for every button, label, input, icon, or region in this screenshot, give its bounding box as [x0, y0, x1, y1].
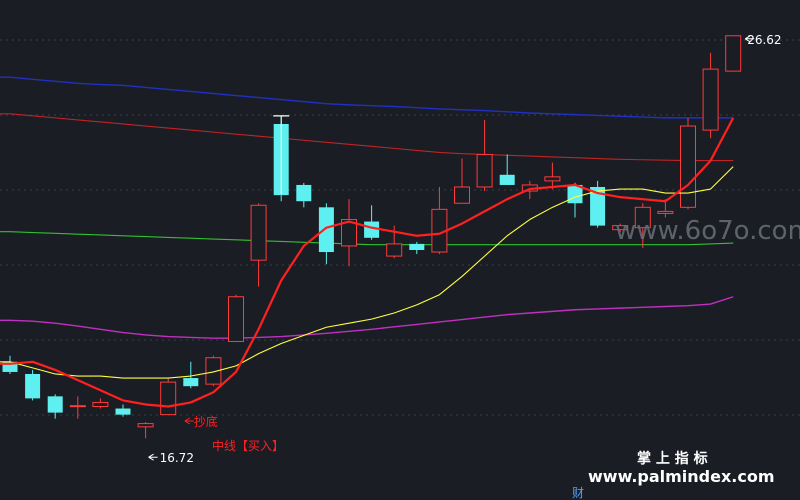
low-label-arrow [148, 453, 158, 461]
mid-red-line [0, 117, 735, 408]
candle-body-up [228, 296, 244, 342]
candle-body-down [115, 408, 131, 415]
annotations-layer[interactable]: 26.62 16.72 抄底 中线【买入】 [148, 33, 782, 465]
candle-body-down [296, 184, 312, 202]
candle-body-up [69, 405, 86, 408]
low-price-label: 16.72 [160, 451, 194, 465]
buy-signal-label: 抄底 [194, 414, 218, 429]
candle-body-down [499, 174, 515, 185]
candle-body-up [250, 204, 267, 261]
footer-char: 财 [572, 486, 584, 500]
candle-body-up [544, 176, 561, 182]
candle-body-up [725, 35, 742, 72]
signal-arrow [184, 417, 194, 425]
watermark-layer: www.6o7o.com 掌 上 指 标 www.palmindex.com 财 [572, 216, 800, 500]
candle-body-up [680, 125, 696, 208]
candle-body-up [92, 401, 109, 408]
band-blue-line [0, 76, 734, 119]
candle-body-up [454, 186, 470, 204]
candle-body-up [657, 210, 674, 214]
candlestick-chart: 26.62 16.72 抄底 中线【买入】 www.6o7o.com 掌 上 指… [0, 33, 800, 500]
candle-body-down [25, 373, 41, 399]
site-watermark: www.6o7o.com [615, 216, 800, 246]
candle-body-down [183, 378, 199, 387]
candle-body-up [137, 423, 154, 428]
indicator-bands [0, 76, 734, 339]
candle-body-up [702, 68, 719, 131]
brand-url-watermark: www.palmindex.com [588, 467, 775, 486]
candle-body-up [386, 243, 403, 257]
candle-body-down [318, 207, 334, 253]
chart-stage: 26.62 16.72 抄底 中线【买入】 www.6o7o.com 掌 上 指… [0, 0, 800, 500]
candle-body-down [47, 396, 63, 413]
midline-buy-label: 中线【买入】 [212, 438, 284, 453]
candle-body-up [476, 153, 493, 188]
band-magenta-line [0, 296, 734, 339]
brand-cn-watermark: 掌 上 指 标 [637, 450, 708, 467]
candle-body-down [409, 243, 425, 250]
indicator-lines [0, 117, 735, 408]
high-price-label: 26.62 [747, 33, 781, 47]
candle-body-up [160, 381, 177, 416]
band-red-line [0, 113, 734, 162]
